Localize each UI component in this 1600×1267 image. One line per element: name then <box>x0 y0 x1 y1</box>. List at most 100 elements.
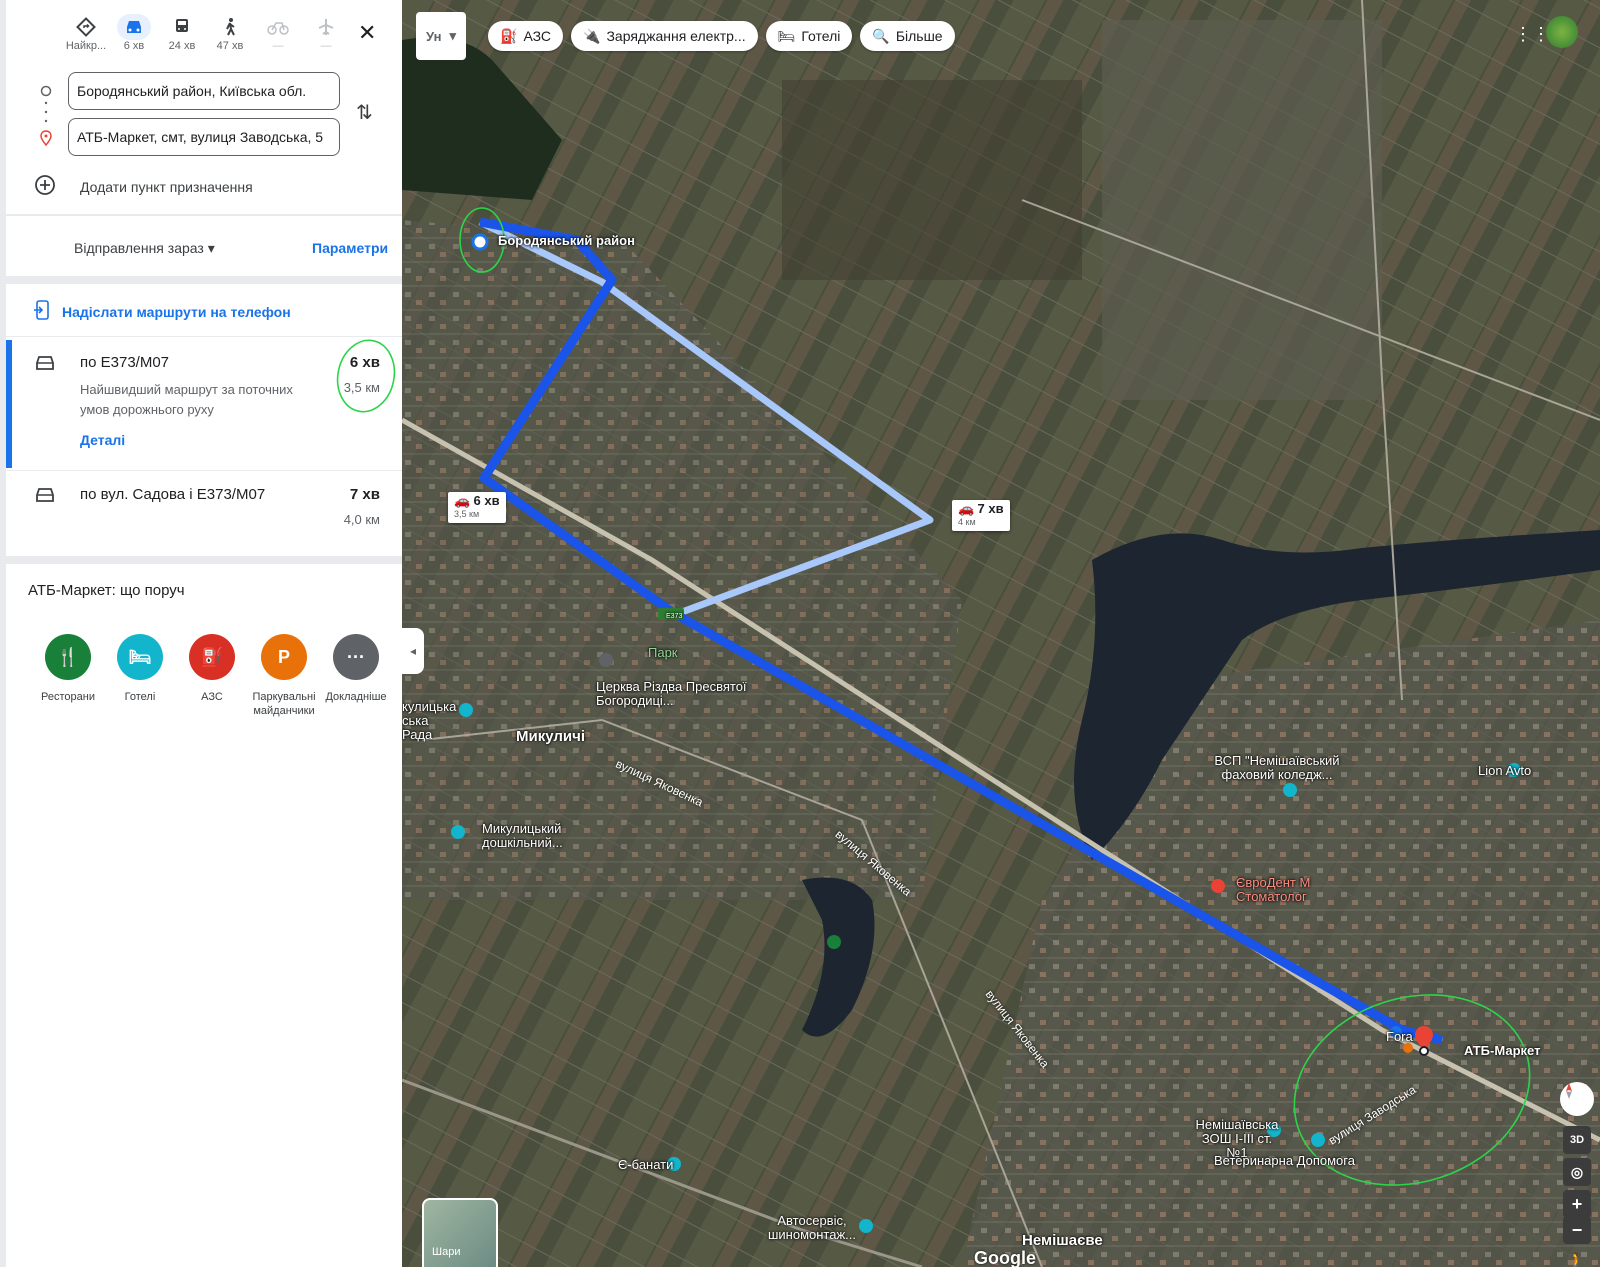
chip-label: Більше <box>895 28 943 44</box>
plane-icon <box>302 14 350 40</box>
town-mykulychi: Микуличі <box>516 728 585 745</box>
ev-charging-icon: 🔌 <box>583 27 601 44</box>
bike-icon <box>254 14 302 40</box>
language-label: Ун <box>426 28 442 44</box>
poi-ebanaty[interactable]: Є-банати <box>618 1158 673 1172</box>
depart-dropdown[interactable]: Відправлення зараз ▾ <box>74 240 215 257</box>
nearby-parking[interactable]: P Паркувальні майданчики <box>248 634 320 718</box>
dropdown-arrow-icon: ▾ <box>207 240 215 256</box>
zoom-in-button[interactable]: + <box>1563 1190 1591 1218</box>
poi-church[interactable]: Церква Різдва Пресвятої Богородиці... <box>596 680 766 708</box>
route-time: 7 хв <box>349 486 380 503</box>
poi-fora[interactable]: Fora <box>1386 1030 1413 1044</box>
car-icon: 🚗 <box>958 501 975 516</box>
nearby-label: Паркувальні майданчики <box>252 691 316 717</box>
mode-transit[interactable]: 24 хв <box>158 14 206 52</box>
route-description: Найшвидший маршрут за поточних умов доро… <box>80 382 293 417</box>
nearby-restaurants[interactable]: 🍴 Ресторани <box>32 634 104 718</box>
chip-hotels[interactable]: 🛏 Готелі <box>765 21 853 51</box>
route-distance: 4,0 км <box>343 512 380 527</box>
train-icon <box>158 14 206 40</box>
poi-park[interactable]: Парк <box>648 646 678 660</box>
add-destination-button[interactable]: Додати пункт призначення <box>34 174 253 199</box>
route-option-alt[interactable]: по вул. Садова і E373/M07 7 хв 4,0 км <box>6 472 402 552</box>
mode-label: 47 хв <box>216 40 244 52</box>
route-callout-alt[interactable]: 🚗 7 хв 4 км <box>952 500 1010 531</box>
mode-label: — <box>320 40 332 52</box>
poi-dentist[interactable]: ЄвроДент М Стоматолог <box>1236 876 1336 904</box>
route-callout-main[interactable]: 🚗 6 хв 3,5 км <box>448 492 506 523</box>
nearby-label: Готелі <box>124 691 156 703</box>
chip-ev-charging[interactable]: 🔌 Заряджання електр... <box>571 21 758 51</box>
nearby-more[interactable]: ··· Докладніше <box>320 634 392 718</box>
callout-distance: 3,5 км <box>454 509 480 519</box>
poi-autoservice[interactable]: Автосервіс, шиномонтаж... <box>762 1214 862 1242</box>
callout-time: 6 хв <box>473 493 500 508</box>
nearby-gas[interactable]: ⛽ АЗС <box>176 634 248 718</box>
route-details-link[interactable]: Деталі <box>80 432 125 448</box>
route-name: по вул. Садова і E373/M07 <box>80 486 266 503</box>
chip-more[interactable]: 🔍 Більше <box>860 21 955 51</box>
destination-label: АТБ-Маркет <box>1464 1043 1541 1058</box>
origin-label: Бородянський район <box>498 233 635 248</box>
travel-modes: Найкр... 6 хв 24 хв 47 хв — — <box>62 14 350 52</box>
mode-flight[interactable]: — <box>302 14 350 52</box>
mode-label: — <box>272 40 284 52</box>
town-nemishaeve: Немішаєве <box>1022 1232 1103 1249</box>
divider <box>6 214 402 216</box>
phone-send-icon <box>34 300 50 323</box>
avatar[interactable] <box>1546 16 1578 48</box>
map-chips: Ун ▾ ⛽ АЗС 🔌 Заряджання електр... 🛏 Готелі 🔍… <box>416 12 955 60</box>
gas-station-icon: ⛽ <box>189 634 235 680</box>
hotel-icon: 🛏 <box>117 634 163 680</box>
chip-gas[interactable]: ⛽ АЗС <box>488 21 564 51</box>
layers-button[interactable]: Шари <box>422 1198 498 1267</box>
my-location-icon[interactable]: ◎ <box>1563 1158 1591 1186</box>
send-to-phone-label: Надіслати маршрути на телефон <box>62 303 291 320</box>
close-icon[interactable]: ✕ <box>358 20 376 46</box>
mode-walk[interactable]: 47 хв <box>206 14 254 52</box>
mode-car[interactable]: 6 хв <box>110 14 158 52</box>
callout-distance: 4 км <box>958 517 976 527</box>
add-destination-label: Додати пункт призначення <box>80 178 253 195</box>
swap-icon[interactable]: ⇅ <box>356 100 373 125</box>
map-imagery <box>402 0 1600 1267</box>
destination-pin-icon <box>40 130 52 151</box>
tilt-3d-button[interactable]: 3D <box>1563 1126 1591 1154</box>
pegman-icon[interactable]: 🚶 <box>1563 1248 1591 1267</box>
layers-label: Шари <box>432 1246 461 1258</box>
route-name: по E373/M07 <box>80 354 170 371</box>
parking-icon: P <box>261 634 307 680</box>
divider <box>6 556 402 564</box>
zoom-out-button[interactable]: − <box>1563 1216 1591 1244</box>
satellite-map[interactable]: Ун ▾ ⛽ АЗС 🔌 Заряджання електр... 🛏 Готелі 🔍… <box>402 0 1600 1267</box>
hotel-icon: 🛏 <box>777 27 796 44</box>
poi-council[interactable]: кулицька ська Рада <box>402 700 462 742</box>
nearby-label: АЗС <box>201 691 223 703</box>
nearby-hotels[interactable]: 🛏 Готелі <box>104 634 176 718</box>
chip-label: Заряджання електр... <box>606 28 746 44</box>
diamond-direction-icon <box>62 14 110 40</box>
poi-college[interactable]: ВСП "Немішаївський фаховий коледж... <box>1202 754 1352 782</box>
poi-kindergarten[interactable]: Микулицький дошкільний... <box>482 822 582 850</box>
collapse-panel-button[interactable]: ◂ <box>402 628 424 674</box>
language-selector[interactable]: Ун ▾ <box>416 12 466 60</box>
route-option-selected[interactable]: по E373/M07 6 хв 3,5 км Найшвидший маршр… <box>6 339 402 468</box>
params-link[interactable]: Параметри <box>312 240 388 256</box>
mode-bike[interactable]: — <box>254 14 302 52</box>
nearby-categories: 🍴 Ресторани 🛏 Готелі ⛽ АЗС P Паркувальні… <box>32 634 392 718</box>
car-icon <box>117 14 151 40</box>
compass-icon[interactable] <box>1560 1082 1594 1116</box>
add-circle-icon <box>34 174 56 199</box>
mode-label: 6 хв <box>123 40 145 52</box>
mode-best[interactable]: Найкр... <box>62 14 110 52</box>
destination-input[interactable]: АТБ-Маркет, смт, вулиця Заводська, 5 <box>68 118 340 156</box>
car-icon <box>34 486 56 509</box>
walk-icon <box>206 14 254 40</box>
car-icon: 🚗 <box>454 493 471 508</box>
poi-lion-avto[interactable]: Lion Avto <box>1478 764 1531 778</box>
send-to-phone-link[interactable]: Надіслати маршрути на телефон <box>34 300 291 323</box>
mode-label: 24 хв <box>168 40 196 52</box>
origin-input[interactable]: Бородянський район, Київська обл. <box>68 72 340 110</box>
poi-vet[interactable]: Ветеринарна Допомога <box>1214 1154 1355 1168</box>
